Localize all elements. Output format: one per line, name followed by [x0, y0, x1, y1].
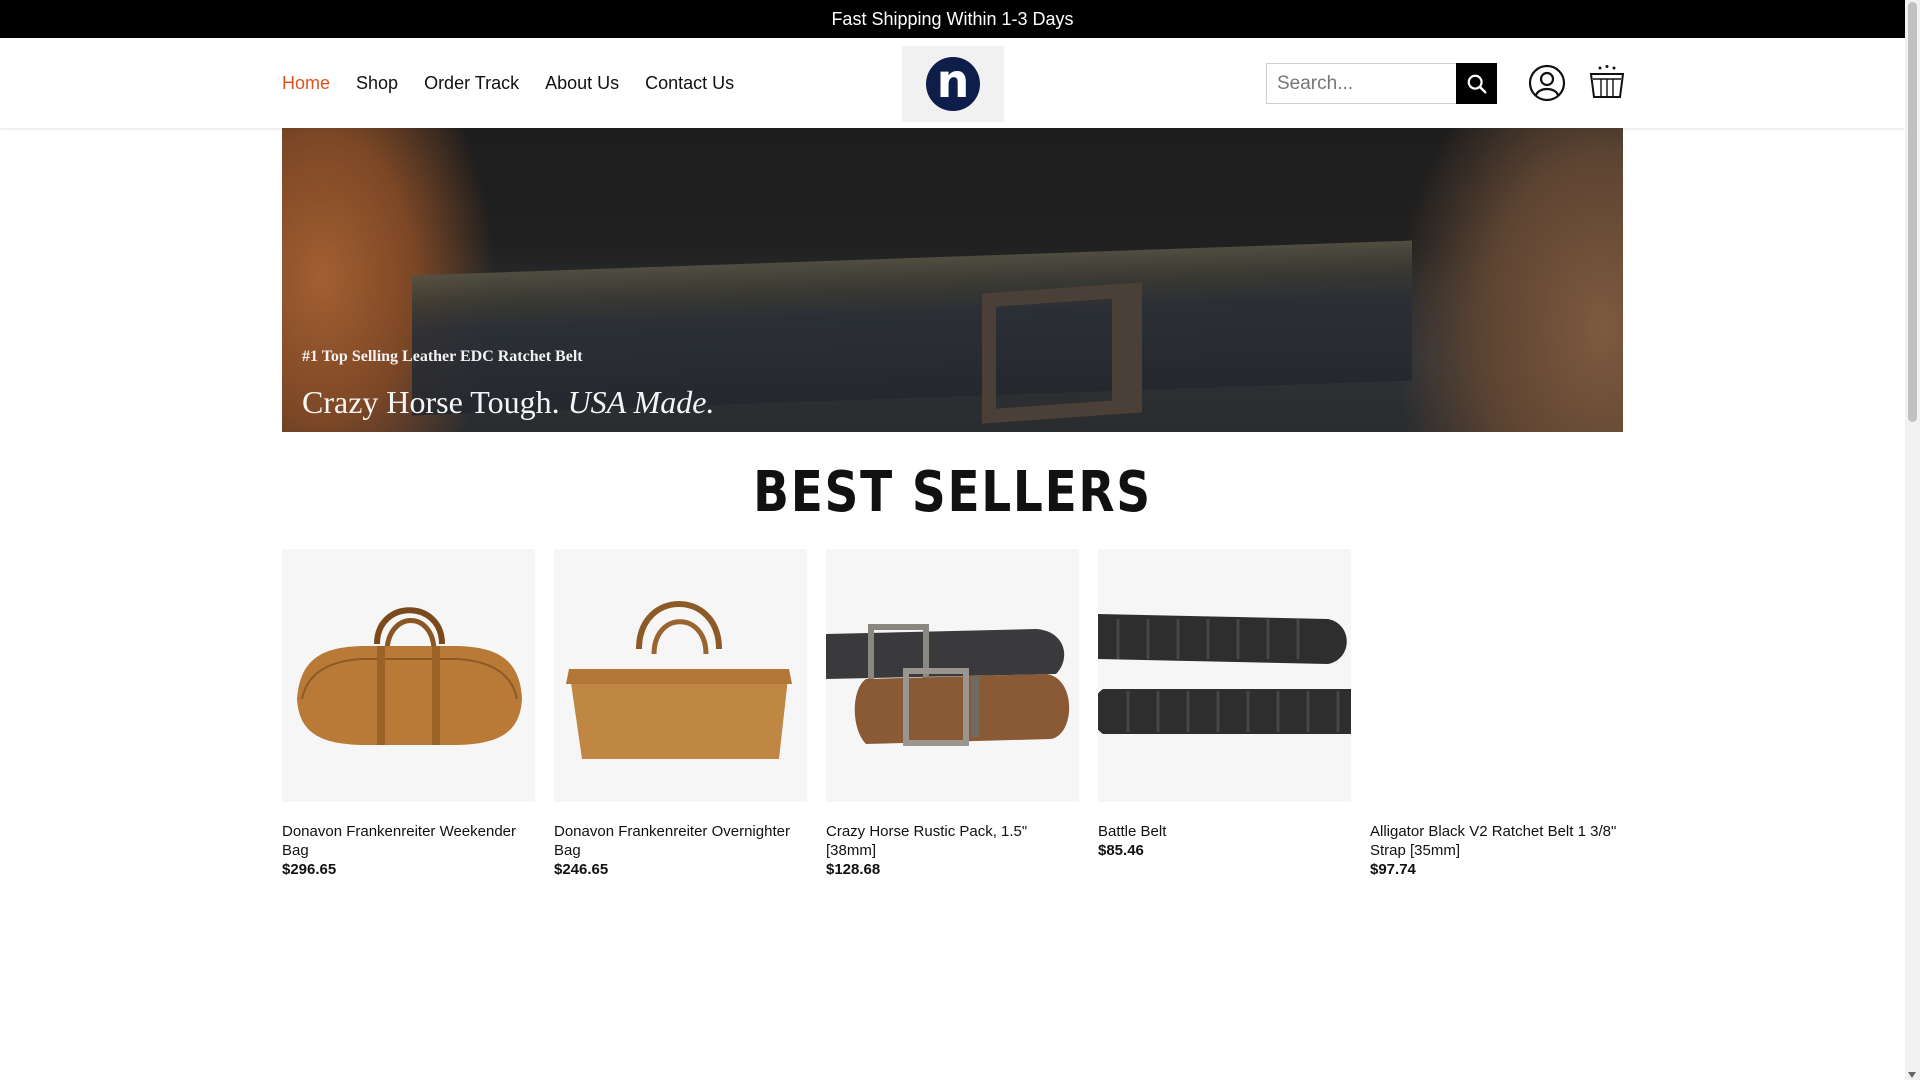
product-price: $296.65 — [282, 861, 337, 878]
product-card[interactable]: Battle Belt $85.46 — [1098, 549, 1351, 878]
product-name[interactable]: Crazy Horse Rustic Pack, 1.5" [38mm] — [826, 822, 1079, 860]
search-button[interactable] — [1456, 63, 1497, 104]
product-card[interactable]: Crazy Horse Rustic Pack, 1.5" [38mm] $12… — [826, 549, 1079, 878]
product-name[interactable]: Alligator Black V2 Ratchet Belt 1 3/8" S… — [1370, 822, 1623, 860]
site-logo[interactable]: n — [902, 46, 1004, 122]
banner-headline-main: Crazy Horse Tough. — [302, 384, 560, 420]
product-name[interactable]: Battle Belt — [1098, 822, 1351, 841]
product-name[interactable]: Donavon Frankenreiter Weekender Bag — [282, 822, 535, 860]
nav-order-track[interactable]: Order Track — [424, 73, 519, 94]
site-header: Home Shop Order Track About Us Contact U… — [0, 38, 1905, 128]
product-image[interactable] — [1098, 549, 1351, 802]
product-name[interactable]: Donavon Frankenreiter Overnighter Bag — [554, 822, 807, 860]
nav-about-us[interactable]: About Us — [545, 73, 619, 94]
product-image[interactable] — [282, 549, 535, 802]
shopping-cart-icon[interactable] — [1589, 64, 1625, 100]
weekender-bag-image — [297, 607, 522, 745]
ratchet-belt-pack-image — [826, 624, 1070, 746]
banner-headline: Crazy Horse Tough. USA Made. — [302, 384, 715, 421]
product-price: $97.74 — [1370, 861, 1416, 878]
product-image[interactable] — [554, 549, 807, 802]
product-price: $246.65 — [554, 861, 609, 878]
product-price: $128.68 — [826, 861, 881, 878]
scrollbar-thumb[interactable] — [1908, 2, 1917, 422]
product-grid: Donavon Frankenreiter Weekender Bag $296… — [282, 549, 1623, 878]
product-card[interactable]: Donavon Frankenreiter Weekender Bag $296… — [282, 549, 535, 878]
nav-contact-us[interactable]: Contact Us — [645, 73, 734, 94]
announcement-text: Fast Shipping Within 1-3 Days — [831, 8, 1074, 29]
page-scrollbar[interactable] — [1905, 0, 1920, 1080]
logo-letter: n — [936, 54, 970, 108]
battle-belt-image — [1098, 614, 1351, 734]
search-input[interactable] — [1266, 63, 1456, 104]
scroll-down-arrow-icon[interactable] — [1908, 1072, 1916, 1078]
announcement-bar: Fast Shipping Within 1-3 Days — [0, 0, 1905, 38]
product-card[interactable]: Donavon Frankenreiter Overnighter Bag $2… — [554, 549, 807, 878]
overnighter-bag-image — [566, 601, 792, 759]
product-card[interactable]: Alligator Black V2 Ratchet Belt 1 3/8" S… — [1370, 549, 1623, 878]
banner-buckle-image — [982, 282, 1142, 424]
hero-banner[interactable]: #1 Top Selling Leather EDC Ratchet Belt … — [282, 128, 1623, 432]
main-nav: Home Shop Order Track About Us Contact U… — [282, 38, 734, 128]
search-icon — [1467, 74, 1486, 93]
product-image[interactable] — [1370, 549, 1623, 802]
logo-mark: n — [926, 57, 980, 111]
nav-shop[interactable]: Shop — [356, 73, 398, 94]
product-image[interactable] — [826, 549, 1079, 802]
user-circle-icon[interactable] — [1528, 64, 1566, 102]
banner-tagline: #1 Top Selling Leather EDC Ratchet Belt — [302, 348, 583, 365]
nav-home[interactable]: Home — [282, 73, 330, 94]
banner-headline-em: USA Made. — [567, 384, 715, 420]
search-form — [1266, 63, 1497, 104]
best-sellers-title: BEST SELLERS — [753, 460, 1152, 525]
product-price: $85.46 — [1098, 842, 1144, 859]
